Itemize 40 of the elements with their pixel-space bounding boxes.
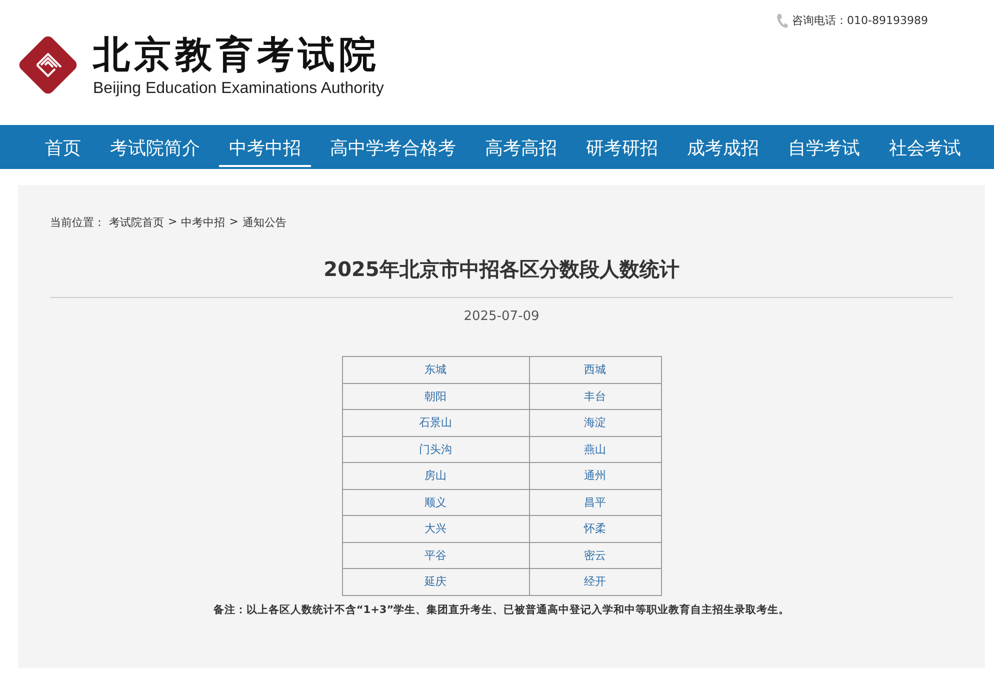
district-link[interactable]: 延庆 [424, 575, 446, 588]
breadcrumb-link[interactable]: 中考中招 [181, 215, 226, 230]
nav-tab[interactable]: 考试院简介 [100, 128, 210, 166]
article-date: 2025-07-09 [462, 309, 540, 324]
district-link[interactable]: 丰台 [584, 390, 606, 403]
logo-title: 北京教育考试院 [93, 31, 381, 77]
district-link[interactable]: 大兴 [424, 522, 446, 536]
nav-tab[interactable]: 高中学考合格考 [320, 128, 466, 166]
district-link[interactable]: 密云 [584, 548, 606, 562]
district-link[interactable]: 经开 [584, 575, 606, 588]
nav-tab[interactable]: 成考成招 [677, 128, 769, 166]
breadcrumb-separator: > [229, 215, 238, 230]
footnote: 备注：以上各区人数统计不含“1+3”学生、集团直升考生、已被普通高中登记入学和中等职业教育自主招生录取考生。 [212, 602, 791, 616]
district-link[interactable]: 石景山 [419, 416, 452, 430]
district-link[interactable]: 朝阳 [424, 390, 446, 403]
district-link[interactable]: 海淀 [584, 416, 606, 430]
breadcrumb-link[interactable]: 通知公告 [242, 215, 286, 230]
phone-icon [776, 13, 788, 29]
district-link[interactable]: 昌平 [584, 496, 606, 509]
nav-tab[interactable]: 社会考试 [879, 128, 971, 166]
hotline-text: 咨询电话：010-89193989 [792, 13, 928, 29]
nav-tab[interactable]: 高考高招 [475, 128, 567, 166]
district-link[interactable]: 顺义 [424, 496, 446, 509]
district-link[interactable]: 燕山 [584, 442, 606, 456]
district-link[interactable]: 东城 [424, 363, 446, 376]
district-link[interactable]: 西城 [584, 363, 606, 376]
district-link[interactable]: 平谷 [424, 548, 446, 562]
nav-tab[interactable]: 中考中招 [219, 128, 311, 166]
breadcrumb-label: 当前位置： [50, 215, 105, 230]
article-title: 2025年北京市中招各区分数段人数统计 [50, 256, 953, 298]
district-link[interactable]: 通州 [584, 469, 606, 482]
breadcrumb-separator: > [168, 215, 178, 230]
district-link[interactable]: 房山 [424, 469, 446, 482]
breadcrumb-link[interactable]: 考试院首页 [109, 215, 164, 230]
district-link[interactable]: 怀柔 [584, 522, 606, 536]
nav-tab[interactable]: 自学考试 [778, 128, 870, 166]
nav-tab[interactable]: 研考研招 [576, 128, 668, 166]
logo-subtitle: Beijing Education Examinations Authority [93, 79, 384, 99]
nav-tab[interactable]: 首页 [35, 128, 91, 166]
district-link[interactable]: 门头沟 [419, 442, 452, 456]
